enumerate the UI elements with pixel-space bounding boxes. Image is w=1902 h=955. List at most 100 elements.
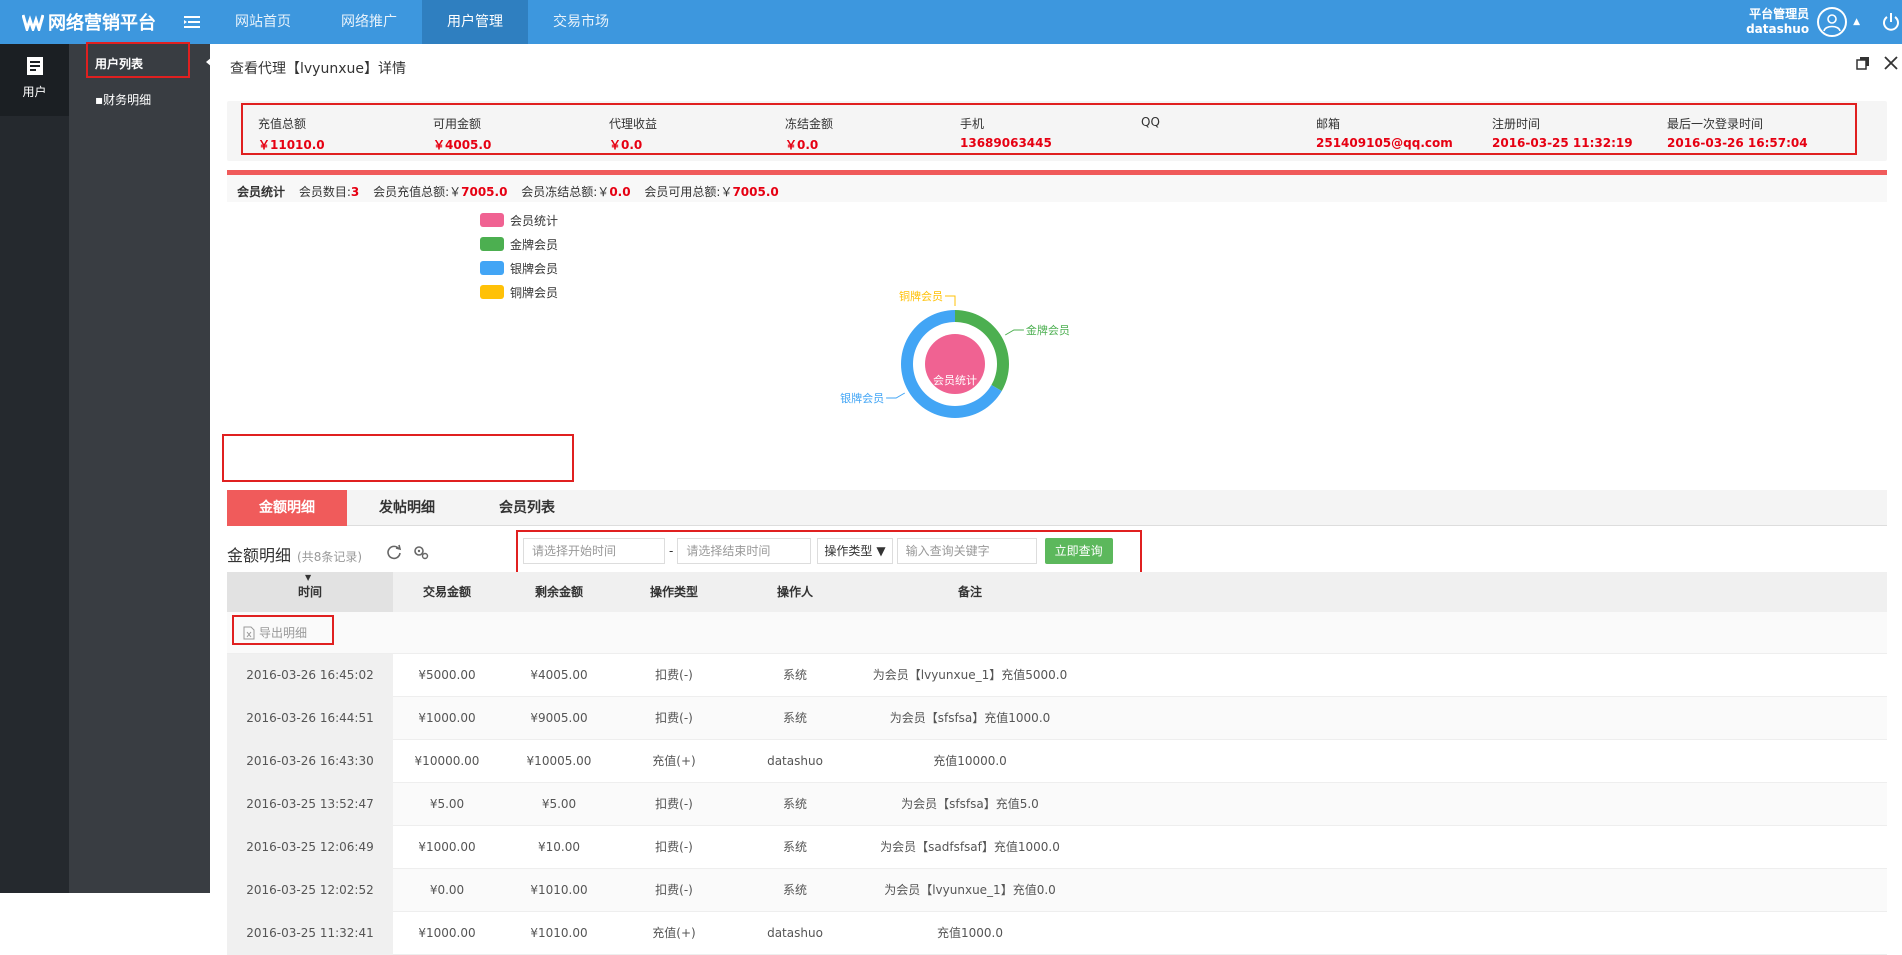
donut-leader-line xyxy=(945,295,956,306)
export-row: 导出明细 xyxy=(227,612,1887,654)
nav-promotion[interactable]: 网络推广 xyxy=(316,0,422,44)
caret-down-icon[interactable]: ▲ xyxy=(1853,17,1860,27)
bullet-icon: ▪ xyxy=(95,93,104,107)
agent-stats: 充值总额 ￥11010.0 可用金额 ￥4005.0 代理收益 ￥0.0 冻结金额 ￥0… xyxy=(227,101,1887,161)
donut-slice-label: 银牌会员 xyxy=(840,391,884,405)
legend-label: 银牌会员 xyxy=(510,261,559,276)
cell-remark: 充值1000.0 xyxy=(937,926,1003,940)
table-row[interactable]: 2016-03-25 12:06:49 ¥1000.00 ¥10.00 扣费(-) 系统… xyxy=(227,826,1887,869)
table-row[interactable]: 2016-03-26 16:44:51 ¥1000.00 ¥9005.00 扣费(-)… xyxy=(227,697,1887,740)
restore-icon[interactable] xyxy=(1856,56,1870,70)
cell-op-type: 扣费(-) xyxy=(655,883,693,897)
legend-item[interactable]: 银牌会员 xyxy=(480,258,558,278)
avatar[interactable] xyxy=(1817,7,1848,37)
member-available: 会员可用总额:￥7005.0 xyxy=(644,185,778,199)
legend-item[interactable]: 铜牌会员 xyxy=(480,282,558,302)
legend-item[interactable]: 会员统计 xyxy=(480,210,558,230)
power-icon[interactable] xyxy=(1882,13,1900,31)
table-row[interactable]: 2016-03-25 12:02:52 ¥0.00 ¥1010.00 扣费(-) 系统 为… xyxy=(227,869,1887,912)
cell-time: 2016-03-25 12:02:52 xyxy=(227,869,393,912)
nav-market[interactable]: 交易市场 xyxy=(528,0,634,44)
detail-tabs: 金额明细 发帖明细 会员列表 xyxy=(227,490,1887,526)
cell-op-type: 扣费(-) xyxy=(655,797,693,811)
member-recharge-value: 7005.0 xyxy=(461,185,508,199)
donut-slice-label: 金牌会员 xyxy=(1026,323,1070,337)
cell-operator: datashuo xyxy=(767,754,823,768)
cell-operator: 系统 xyxy=(782,797,807,811)
cell-amount: ¥1000.00 xyxy=(418,840,476,854)
member-recharge: 会员充值总额:￥7005.0 xyxy=(373,185,507,199)
member-count: 会员数目:3 xyxy=(299,185,359,199)
tab-member-list[interactable]: 会员列表 xyxy=(467,490,587,526)
sort-caret-icon: ▼ xyxy=(305,573,312,582)
member-frozen-value: 0.0 xyxy=(609,185,631,199)
cell-time: 2016-03-25 11:32:41 xyxy=(227,912,393,955)
th-remark[interactable]: 备注 xyxy=(859,572,1081,612)
legend-label: 会员统计 xyxy=(510,213,559,228)
legend-label: 铜牌会员 xyxy=(510,285,559,300)
cell-amount: ¥5.00 xyxy=(429,797,465,811)
tab-post-detail[interactable]: 发帖明细 xyxy=(347,490,467,526)
member-available-label: 会员可用总额:￥ xyxy=(644,185,733,199)
cell-balance: ¥1010.00 xyxy=(530,883,588,897)
table-body: 2016-03-26 16:45:02 ¥5000.00 ¥4005.00 扣费(-)… xyxy=(227,654,1887,955)
cell-op-type: 充值(+) xyxy=(652,926,696,940)
document-icon xyxy=(26,57,43,75)
cell-remark: 为会员【sfsfsa】充值1000.0 xyxy=(889,711,1051,725)
cell-remark: 充值10000.0 xyxy=(933,754,1007,768)
highlight-box xyxy=(516,530,1142,574)
member-available-value: 7005.0 xyxy=(732,185,779,199)
th-balance[interactable]: 剩余金额 xyxy=(501,572,617,612)
menu-toggle-icon[interactable] xyxy=(184,15,200,29)
member-donut-chart: 会员统计 金牌会员银牌会员 铜牌会员 xyxy=(840,289,1070,418)
cell-amount: ¥1000.00 xyxy=(418,711,476,725)
member-stats-title: 会员统计 xyxy=(237,185,286,199)
donut-center-label: 会员统计 xyxy=(933,374,977,387)
table-row[interactable]: 2016-03-26 16:43:30 ¥10000.00 ¥10005.00 充值(… xyxy=(227,740,1887,783)
member-count-value: 3 xyxy=(350,185,360,199)
table-row[interactable]: 2016-03-25 11:32:41 ¥1000.00 ¥1010.00 充值(+)… xyxy=(227,912,1887,955)
section-title: 金额明细 (共8条记录) xyxy=(227,542,362,566)
amount-toolbar: 金额明细 (共8条记录) 请选择开始时间 - 请选择结束时间 操作类型 ▼ 输入查询… xyxy=(227,530,1887,574)
cell-amount: ¥1000.00 xyxy=(418,926,476,940)
cell-time: 2016-03-26 16:44:51 xyxy=(227,697,393,740)
th-time[interactable]: ▼ 时间 xyxy=(227,572,393,612)
rail-item-label: 用户 xyxy=(22,85,47,99)
cell-balance: ¥10005.00 xyxy=(526,754,592,768)
th-operator[interactable]: 操作人 xyxy=(731,572,859,612)
legend-label: 金牌会员 xyxy=(510,237,559,252)
cell-time: 2016-03-25 13:52:47 xyxy=(227,783,393,826)
chart-legend: 会员统计 金牌会员 银牌会员 铜牌会员 xyxy=(480,210,558,306)
cell-operator: 系统 xyxy=(782,711,807,725)
cell-operator: 系统 xyxy=(782,883,807,897)
refresh-icon[interactable] xyxy=(386,544,402,560)
table-row[interactable]: 2016-03-26 16:45:02 ¥5000.00 ¥4005.00 扣费(-)… xyxy=(227,654,1887,697)
left-rail: 用户 xyxy=(0,44,69,893)
nav-home[interactable]: 网站首页 xyxy=(210,0,316,44)
settings-icon[interactable] xyxy=(413,544,429,560)
window-controls xyxy=(1856,56,1898,70)
rail-item-users[interactable]: 用户 xyxy=(0,44,69,116)
close-icon[interactable] xyxy=(1884,56,1898,70)
top-bar: 网络营销平台 网站首页 网络推广 用户管理 交易市场 平台管理员 datashu… xyxy=(0,0,1902,44)
legend-swatch xyxy=(480,285,504,299)
cell-amount: ¥0.00 xyxy=(429,883,465,897)
th-op-type[interactable]: 操作类型 xyxy=(617,572,731,612)
cell-balance: ¥5.00 xyxy=(541,797,577,811)
app-logo[interactable]: 网络营销平台 xyxy=(22,9,156,35)
user-menu[interactable]: 平台管理员 datashuo ▲ xyxy=(1746,6,1860,38)
cell-remark: 为会员【sfsfsa】充值5.0 xyxy=(901,797,1039,811)
cell-balance: ¥9005.00 xyxy=(530,711,588,725)
legend-item[interactable]: 金牌会员 xyxy=(480,234,558,254)
th-amount[interactable]: 交易金额 xyxy=(393,572,501,612)
user-name: datashuo xyxy=(1746,22,1810,36)
donut-leader-line xyxy=(886,392,906,399)
cell-balance: ¥4005.00 xyxy=(530,668,588,682)
user-role: 平台管理员 xyxy=(1749,7,1810,21)
table-row[interactable]: 2016-03-25 13:52:47 ¥5.00 ¥5.00 扣费(-) 系统 为会员【… xyxy=(227,783,1887,826)
cell-operator: 系统 xyxy=(782,840,807,854)
nav-user-management[interactable]: 用户管理 xyxy=(422,0,528,44)
cell-time: 2016-03-26 16:43:30 xyxy=(227,740,393,783)
subnav-item-finance[interactable]: ▪财务明细 xyxy=(95,90,151,110)
tab-amount-detail[interactable]: 金额明细 xyxy=(227,490,347,526)
